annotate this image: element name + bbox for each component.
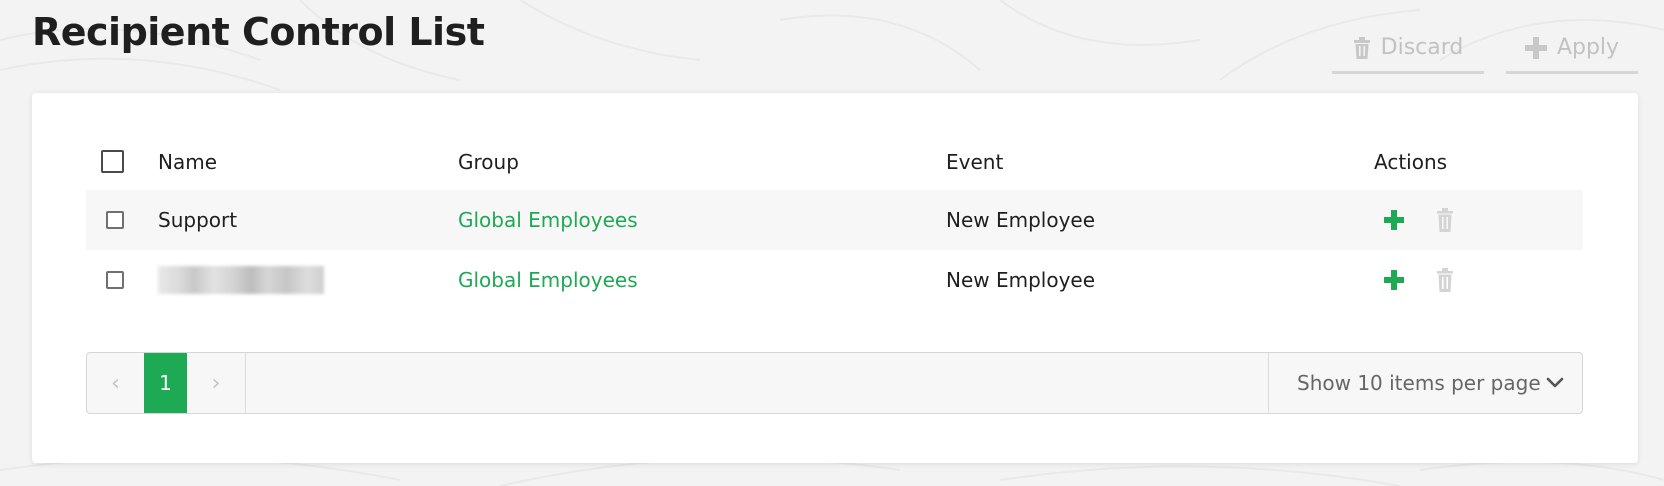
next-page-button[interactable]: › — [187, 353, 245, 413]
table-row: Global Employees New Employee — [86, 250, 1583, 310]
row-event: New Employee — [946, 268, 1096, 292]
row-group-link[interactable]: Global Employees — [458, 190, 638, 250]
row-actions — [1374, 250, 1454, 310]
redacted-name-block — [158, 266, 324, 294]
add-row-button[interactable] — [1384, 270, 1404, 290]
apply-button[interactable]: Apply — [1506, 24, 1638, 74]
plus-icon — [1524, 36, 1547, 59]
row-actions — [1374, 190, 1454, 250]
plus-icon — [1384, 270, 1404, 290]
apply-label: Apply — [1556, 35, 1620, 60]
delete-row-button[interactable] — [1436, 268, 1454, 292]
row-name: Support — [158, 208, 238, 232]
page-size-select[interactable]: Show 10 items per page — [1268, 353, 1582, 413]
pager-divider — [245, 353, 246, 413]
delete-row-button[interactable] — [1436, 208, 1454, 232]
select-all-cell — [101, 133, 124, 190]
recipient-table: Name Group Event Actions Support Global … — [86, 133, 1583, 310]
trash-icon — [1437, 208, 1453, 232]
discard-label: Discard — [1380, 35, 1464, 60]
discard-button[interactable]: Discard — [1332, 24, 1484, 74]
prev-page-button[interactable]: ‹ — [87, 353, 144, 413]
row-select-cell — [106, 250, 124, 310]
row-name-redacted — [158, 250, 324, 310]
page-title: Recipient Control List — [32, 10, 485, 54]
table-row: Support Global Employees New Employee — [86, 190, 1583, 250]
add-row-button[interactable] — [1384, 210, 1404, 230]
pagination-bar: ‹ 1 › Show 10 items per page — [86, 352, 1583, 414]
row-checkbox[interactable] — [106, 271, 124, 289]
table-header: Name Group Event Actions — [86, 133, 1583, 190]
row-event: New Employee — [946, 208, 1096, 232]
trash-icon — [1353, 36, 1371, 59]
column-header-group[interactable]: Group — [458, 133, 519, 190]
page-size-label: Show 10 items per page — [1297, 371, 1541, 395]
plus-icon — [1384, 210, 1404, 230]
recipient-list-card: Name Group Event Actions Support Global … — [32, 93, 1638, 463]
row-checkbox[interactable] — [106, 211, 124, 229]
chevron-down-icon — [1546, 372, 1564, 394]
row-select-cell — [106, 190, 124, 250]
trash-icon — [1437, 268, 1453, 292]
page-1-button[interactable]: 1 — [144, 353, 187, 413]
column-header-event[interactable]: Event — [946, 133, 1003, 190]
column-header-actions: Actions — [1374, 149, 1448, 174]
select-all-checkbox[interactable] — [101, 150, 124, 173]
row-group-link[interactable]: Global Employees — [458, 250, 638, 310]
column-header-name[interactable]: Name — [158, 133, 217, 190]
